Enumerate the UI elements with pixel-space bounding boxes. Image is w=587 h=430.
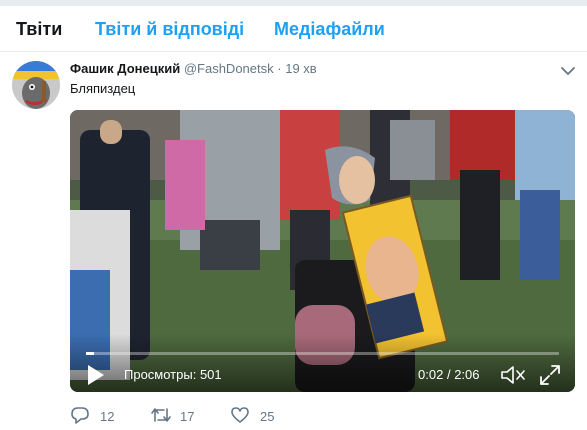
retweet-count: 17 (180, 409, 195, 424)
play-icon[interactable] (86, 364, 106, 386)
separator-dot: · (277, 61, 282, 76)
video-current-time: 0:02 (418, 367, 444, 382)
tweet-header: Фашик Донецкий @FashDonetsk · 19 хв (70, 61, 317, 76)
tab-tweets-replies[interactable]: Твіти й відповіді (95, 19, 244, 40)
video-timecode: 0:02 / 2:06 (418, 367, 480, 382)
tweet-text: Бляпиздец (70, 81, 136, 96)
reply-count: 12 (100, 409, 115, 424)
like-icon (231, 407, 249, 423)
retweet-icon (151, 408, 171, 422)
like-count: 25 (260, 409, 275, 424)
tab-media[interactable]: Медіафайли (274, 19, 385, 40)
avatar[interactable] (12, 61, 60, 109)
fullscreen-icon[interactable] (539, 364, 561, 386)
video-duration: 2:06 (454, 367, 480, 382)
profile-tabs: Твіти Твіти й відповіді Медіафайли (0, 6, 587, 52)
views-label: Просмотры: (124, 367, 197, 382)
author-name[interactable]: Фашик Донецкий (70, 61, 180, 76)
views-count: 501 (199, 367, 222, 382)
tab-tweets[interactable]: Твіти (16, 19, 62, 40)
view-count: Просмотры: 501 (124, 367, 222, 382)
video-progress-fill (86, 352, 94, 355)
reply-icon (71, 407, 89, 424)
video-player[interactable]: Просмотры: 501 0:02 / 2:06 (70, 110, 575, 392)
tweet-actions: 12 17 25 (70, 404, 490, 426)
author-handle[interactable]: @FashDonetsk (184, 61, 274, 76)
video-controls: Просмотры: 501 0:02 / 2:06 (70, 334, 575, 392)
video-progress-bar[interactable] (86, 352, 559, 355)
time-separator: / (446, 367, 451, 382)
tweet-timestamp[interactable]: 19 хв (285, 61, 316, 76)
volume-mute-icon[interactable] (500, 364, 526, 386)
caret-down-icon[interactable] (559, 64, 577, 78)
